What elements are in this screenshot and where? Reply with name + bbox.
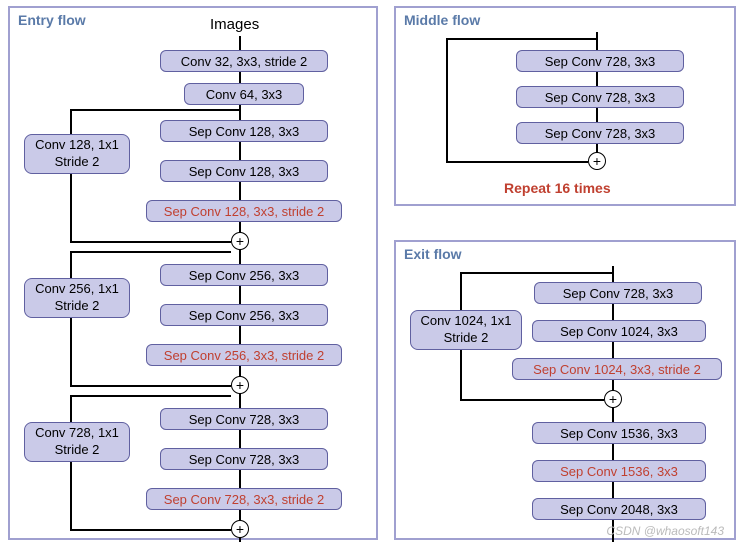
exit-block-3: Sep Conv 1536, 3x3	[532, 422, 706, 444]
exit-skip-v2	[460, 350, 462, 399]
middle-flow-title: Middle flow	[404, 12, 480, 28]
middle-flow-panel: Middle flow Sep Conv 728, 3x3 Sep Conv 7…	[394, 6, 736, 206]
skip-h-2a	[70, 251, 231, 253]
entry-block-6: Sep Conv 256, 3x3	[160, 304, 328, 326]
entry-block-2: Sep Conv 128, 3x3	[160, 120, 328, 142]
images-label: Images	[210, 16, 259, 33]
middle-block-1: Sep Conv 728, 3x3	[516, 86, 684, 108]
entry-side-2: Conv 728, 1x1 Stride 2	[24, 422, 130, 462]
skip-v-3b	[70, 462, 72, 529]
entry-flow-panel: Entry flow Images Conv 32, 3x3, stride 2…	[8, 6, 378, 540]
entry-plus-1: +	[231, 232, 249, 250]
entry-plus-3: +	[231, 520, 249, 538]
skip-h-2b	[70, 385, 231, 387]
middle-plus: +	[588, 152, 606, 170]
exit-plus: +	[604, 390, 622, 408]
middle-block-0: Sep Conv 728, 3x3	[516, 50, 684, 72]
entry-block-5: Sep Conv 256, 3x3	[160, 264, 328, 286]
entry-block-1: Conv 64, 3x3	[184, 83, 304, 105]
middle-repeat-label: Repeat 16 times	[504, 180, 611, 196]
skip-h-1a	[70, 109, 240, 111]
middle-block-2: Sep Conv 728, 3x3	[516, 122, 684, 144]
exit-block-5: Sep Conv 2048, 3x3	[532, 498, 706, 520]
exit-side-block: Conv 1024, 1x1 Stride 2	[410, 310, 522, 350]
exit-skip-h1	[460, 272, 613, 274]
entry-flow-title: Entry flow	[18, 12, 86, 28]
exit-skip-v1	[460, 272, 462, 310]
entry-block-9: Sep Conv 728, 3x3	[160, 448, 328, 470]
exit-flow-title: Exit flow	[404, 246, 462, 262]
skip-v-2b	[70, 318, 72, 385]
exit-block-1: Sep Conv 1024, 3x3	[532, 320, 706, 342]
exit-flow-panel: Exit flow Conv 1024, 1x1 Stride 2 Sep Co…	[394, 240, 736, 540]
watermark: CSDN @whaosoft143	[606, 524, 724, 538]
skip-v-2a	[70, 251, 72, 278]
skip-h-1b	[70, 241, 231, 243]
entry-block-8: Sep Conv 728, 3x3	[160, 408, 328, 430]
entry-side-1: Conv 256, 1x1 Stride 2	[24, 278, 130, 318]
entry-block-3: Sep Conv 128, 3x3	[160, 160, 328, 182]
middle-skip-v	[446, 38, 448, 161]
entry-block-7: Sep Conv 256, 3x3, stride 2	[146, 344, 342, 366]
exit-block-2: Sep Conv 1024, 3x3, stride 2	[512, 358, 722, 380]
skip-v-3a	[70, 395, 72, 422]
entry-side-0: Conv 128, 1x1 Stride 2	[24, 134, 130, 174]
entry-plus-2: +	[231, 376, 249, 394]
exit-block-0: Sep Conv 728, 3x3	[534, 282, 702, 304]
middle-skip-h2	[446, 161, 588, 163]
middle-skip-h1	[446, 38, 597, 40]
skip-h-3b	[70, 529, 231, 531]
entry-block-4: Sep Conv 128, 3x3, stride 2	[146, 200, 342, 222]
entry-block-0: Conv 32, 3x3, stride 2	[160, 50, 328, 72]
skip-v-1a	[70, 109, 72, 134]
entry-block-10: Sep Conv 728, 3x3, stride 2	[146, 488, 342, 510]
exit-block-4: Sep Conv 1536, 3x3	[532, 460, 706, 482]
skip-h-3a	[70, 395, 231, 397]
exit-skip-h2	[460, 399, 604, 401]
skip-v-1b	[70, 174, 72, 241]
